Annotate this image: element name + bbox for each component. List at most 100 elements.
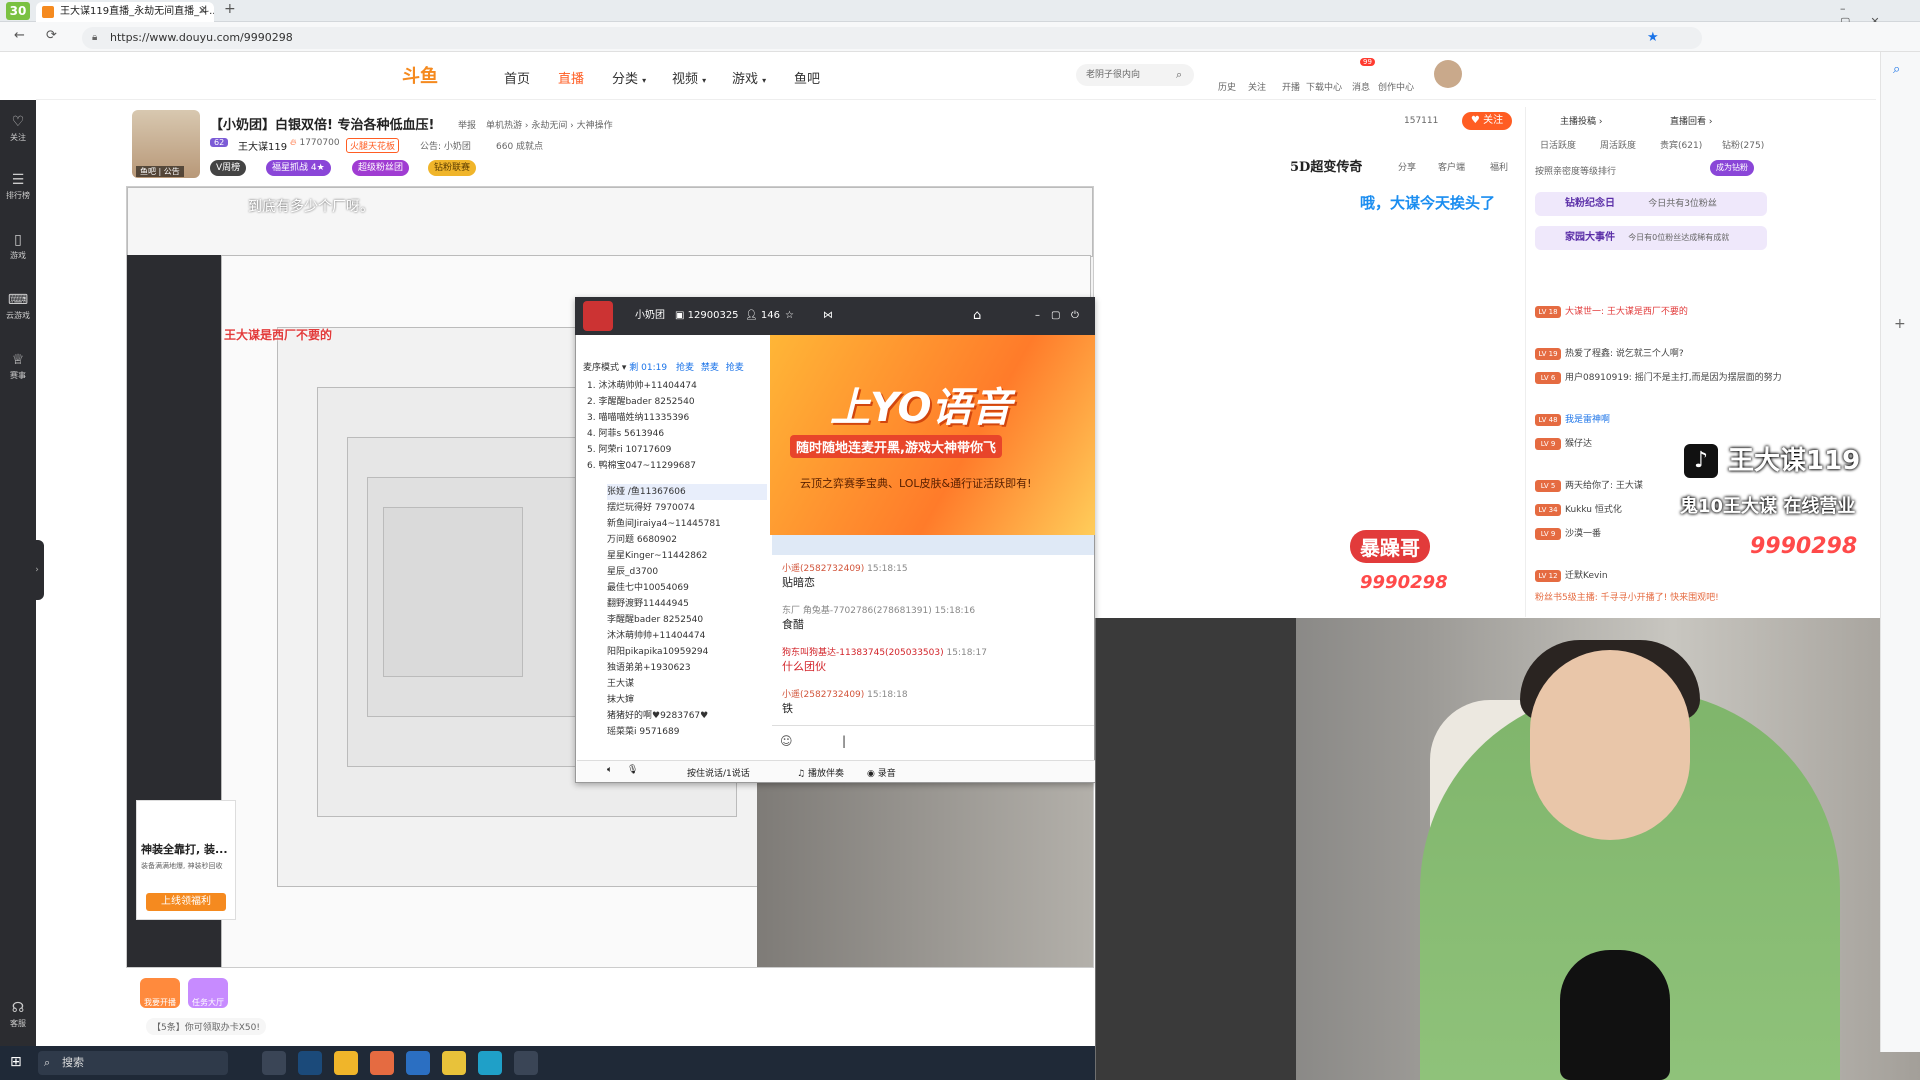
- task-view-icon[interactable]: [262, 1051, 286, 1075]
- app-icon[interactable]: [514, 1051, 538, 1075]
- ad-cta-button[interactable]: 上线领福利: [146, 893, 226, 911]
- list-item[interactable]: 瑶菜菜i 9571689: [607, 724, 679, 740]
- list-item[interactable]: 沐沐萌帅帅+11404474: [607, 628, 705, 644]
- rail-follow[interactable]: ♡ 关注: [0, 112, 36, 152]
- search-icon[interactable]: ⌕: [1176, 64, 1182, 86]
- star-icon[interactable]: ☆: [785, 297, 794, 335]
- list-item[interactable]: 星星Kinger~11442862: [607, 548, 707, 564]
- pill-lucky[interactable]: 福星抓战 4★: [266, 160, 331, 176]
- header-icon-creator[interactable]: 创作中心: [1378, 80, 1414, 93]
- promo-banner[interactable]: 5D超变传奇: [1290, 156, 1362, 175]
- url-field[interactable]: 🔒︎ https://www.douyu.com/9990298 ★: [82, 27, 1702, 49]
- back-icon[interactable]: ←: [14, 28, 25, 43]
- speaker-icon[interactable]: 🔈︎: [607, 765, 612, 775]
- mic-action[interactable]: 抢麦: [726, 363, 744, 373]
- msg-sender[interactable]: 小遥(2582732409): [782, 690, 864, 700]
- rail-cloud-game[interactable]: ⌨ 云游戏: [0, 290, 36, 330]
- edge-icon[interactable]: [478, 1051, 502, 1075]
- home-event-card[interactable]: 家园大事件 今日有0位粉丝达成稀有成就: [1535, 226, 1767, 250]
- header-icon-live[interactable]: 开播: [1282, 80, 1300, 93]
- list-item[interactable]: 星辰_d3700: [607, 564, 658, 580]
- nav-live[interactable]: 直播: [558, 68, 584, 87]
- pill-league[interactable]: 钻粉联赛: [428, 160, 477, 176]
- list-item[interactable]: 5. 阿荣ri 10717609: [587, 442, 671, 458]
- app-icon[interactable]: [406, 1051, 430, 1075]
- chat-input[interactable]: ☺ |: [772, 725, 1094, 760]
- yo-voice-banner[interactable]: 上YO语音 随时随地连麦开黑,游戏大神带你飞 云顶之弈赛季宝典、LOL皮肤&通行…: [770, 335, 1095, 535]
- nav-game[interactable]: 游戏 ▾: [732, 68, 766, 87]
- list-item[interactable]: 抹大婶: [607, 692, 634, 708]
- welfare-link[interactable]: 福利: [1490, 160, 1508, 173]
- list-item[interactable]: 王大谋: [607, 676, 634, 692]
- client-link[interactable]: 客户端: [1438, 160, 1465, 173]
- list-item[interactable]: 4. 阿菲s 5613946: [587, 426, 664, 442]
- push-to-talk[interactable]: 按住说话/1说话: [687, 766, 750, 779]
- home-icon[interactable]: ⌂: [973, 297, 981, 335]
- share-icon[interactable]: ⋈: [823, 297, 833, 335]
- sidebar-add-icon[interactable]: +: [1894, 316, 1906, 332]
- msg-sender[interactable]: 小遥(2582732409): [782, 564, 864, 574]
- tab-weekly[interactable]: 周活跃度: [1600, 138, 1636, 151]
- become-fan-button[interactable]: 成为钻粉: [1710, 160, 1754, 176]
- rail-event[interactable]: ♕ 赛事: [0, 350, 36, 390]
- app-icon[interactable]: [442, 1051, 466, 1075]
- mic-icon[interactable]: 🎙︎: [627, 765, 638, 775]
- pill-weekly[interactable]: V周榜: [210, 160, 247, 176]
- maximize-icon[interactable]: ▢: [1051, 297, 1060, 335]
- header-icon-history[interactable]: 历史: [1218, 80, 1236, 93]
- list-item[interactable]: 张娅 /鱼11367606: [607, 484, 767, 500]
- share-link[interactable]: 分享: [1398, 160, 1416, 173]
- list-item[interactable]: 最佳七中10054069: [607, 580, 689, 596]
- rail-rank[interactable]: ☰ 排行榜: [0, 170, 36, 210]
- fan-anniversary-card[interactable]: 钻粉纪念日 今日共有3位粉丝: [1535, 192, 1767, 216]
- rail-game[interactable]: ▯ 游戏: [0, 230, 36, 270]
- record[interactable]: ◉ 录音: [867, 766, 896, 779]
- header-icon-follow[interactable]: 关注: [1248, 80, 1266, 93]
- user-avatar[interactable]: [1434, 60, 1462, 88]
- list-item[interactable]: 万问题 6680902: [607, 532, 677, 548]
- app-icon[interactable]: [334, 1051, 358, 1075]
- app-icon[interactable]: [370, 1051, 394, 1075]
- refresh-icon[interactable]: ⟳: [46, 28, 57, 43]
- list-item[interactable]: 猪猪好的啊♥9283767♥: [607, 708, 708, 724]
- douyu-logo[interactable]: 斗鱼: [402, 62, 438, 88]
- mic-action[interactable]: 抢麦: [676, 363, 694, 373]
- tab-close-icon[interactable]: ✕: [198, 4, 207, 17]
- list-item[interactable]: 阳阳pikapika10959294: [607, 644, 708, 660]
- bottom-notice[interactable]: 【5条】你可领取办卡X50!: [146, 1018, 266, 1035]
- list-item[interactable]: 3. 喵喵喵姓纳11335396: [587, 410, 689, 426]
- list-item[interactable]: 摆烂玩得好 7970074: [607, 500, 695, 516]
- tab-replay[interactable]: 直播回看 ›: [1670, 114, 1712, 127]
- tab-daily[interactable]: 日活跃度: [1540, 138, 1576, 151]
- tab-diamond-fans[interactable]: 钻粉(275): [1722, 138, 1764, 151]
- streamer-name[interactable]: 王大谋119: [238, 138, 287, 153]
- mode-label[interactable]: 麦序模式: [583, 363, 619, 373]
- tab-streamer-posts[interactable]: 主播投稿 ›: [1560, 114, 1602, 127]
- mic-action[interactable]: 禁麦: [701, 363, 719, 373]
- list-item[interactable]: 独语弟弟+1930623: [607, 660, 691, 676]
- new-tab-icon[interactable]: +: [224, 1, 236, 17]
- category-breadcrumb[interactable]: 单机热游 › 永劫无间 › 大神操作: [486, 118, 613, 131]
- task-hall-button[interactable]: 任务大厅: [188, 978, 228, 1008]
- header-icon-messages[interactable]: 消息: [1352, 80, 1370, 93]
- msg-sender[interactable]: 东厂 角兔基-7702786(278681391): [782, 606, 932, 616]
- rail-service[interactable]: ☊ 客服: [0, 998, 36, 1038]
- nav-category[interactable]: 分类 ▾: [612, 68, 646, 87]
- emoji-icon[interactable]: ☺: [780, 734, 793, 748]
- minimize-icon[interactable]: –: [1035, 297, 1040, 335]
- taskbar-search[interactable]: ⌕ 搜索: [38, 1051, 228, 1075]
- sidebar-search-icon[interactable]: ⌕: [1893, 62, 1900, 77]
- steam-icon[interactable]: [298, 1051, 322, 1075]
- rail-collapse-handle[interactable]: ›: [30, 540, 44, 600]
- header-icon-download[interactable]: 下载中心: [1306, 80, 1342, 93]
- report-link[interactable]: 举报: [458, 118, 476, 131]
- play-accompaniment[interactable]: ♫ 播放伴奏: [797, 766, 844, 779]
- nav-video[interactable]: 视频 ▾: [672, 68, 706, 87]
- start-live-button[interactable]: 我要开播: [140, 978, 180, 1008]
- tab-vip[interactable]: 贵宾(621): [1660, 138, 1702, 151]
- list-item[interactable]: 6. 鸭棉宝047~11299687: [587, 458, 696, 474]
- favorite-star-icon[interactable]: ★: [1647, 27, 1659, 49]
- list-item[interactable]: 翻野渡野11444945: [607, 596, 689, 612]
- windows-start-icon[interactable]: ⊞: [10, 1054, 22, 1070]
- list-item[interactable]: 1. 沐沐萌帅帅+11404474: [587, 378, 697, 394]
